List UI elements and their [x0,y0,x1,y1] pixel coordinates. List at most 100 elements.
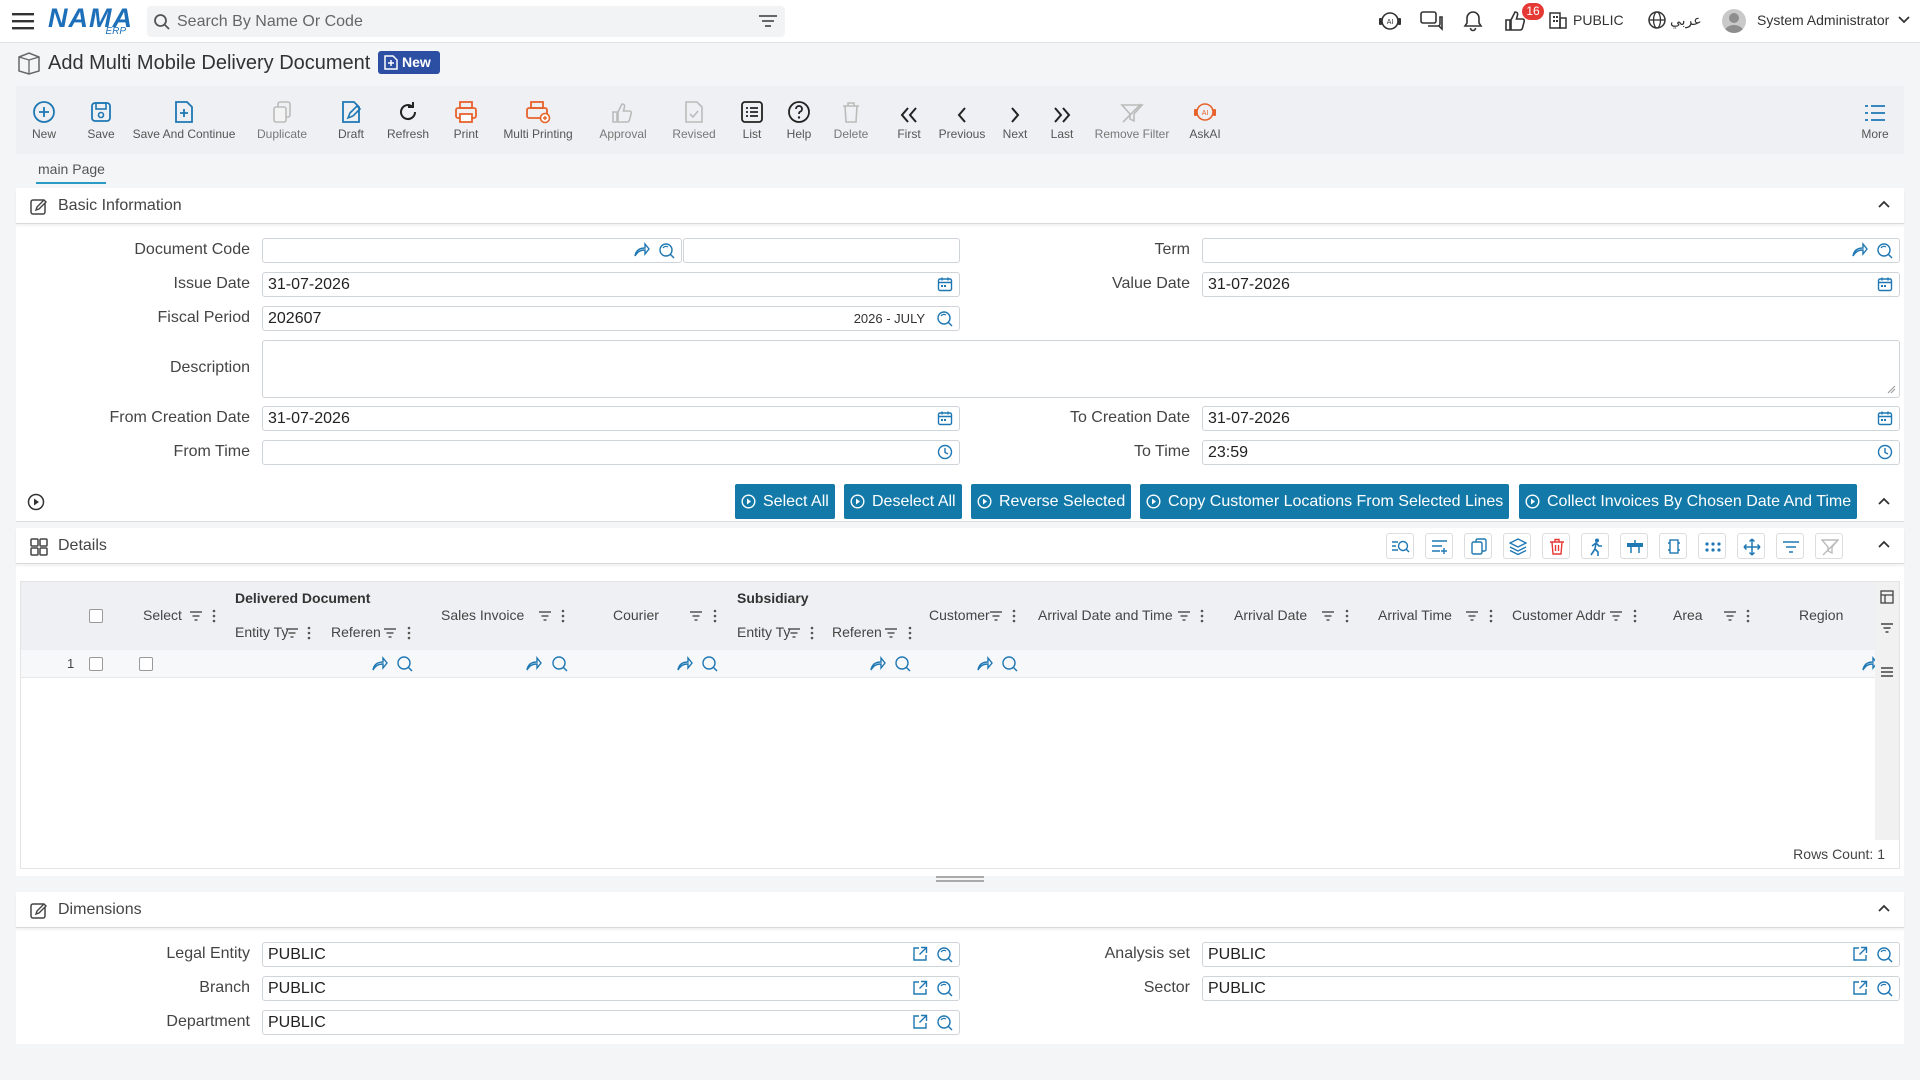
column-subsidiary-reference[interactable]: Referen [832,624,882,640]
run-icon[interactable] [1581,533,1609,559]
row-checkbox[interactable] [89,657,103,671]
column-menu-icon[interactable] [908,626,912,640]
document-code-field[interactable] [262,238,682,263]
more-button[interactable]: More [1852,86,1898,154]
to-time-field[interactable]: 23:59 [1202,440,1900,465]
chevron-down-icon[interactable] [1898,16,1910,24]
legal-entity-field[interactable]: PUBLIC [262,942,960,967]
refresh-button[interactable]: Refresh [380,86,436,154]
grid-remove-filter-icon[interactable] [1815,533,1843,559]
from-time-field[interactable] [262,440,960,465]
column-filter-icon[interactable] [189,610,203,622]
move-icon[interactable] [1737,533,1765,559]
lookup-search-icon[interactable] [396,655,413,672]
column-sales-invoice[interactable]: Sales Invoice [441,607,524,623]
clock-icon[interactable] [937,444,953,460]
open-external-icon[interactable] [1852,946,1868,962]
new-button[interactable]: New [16,86,72,154]
column-menu-icon[interactable] [1012,609,1016,623]
last-button[interactable]: Last [1042,86,1082,154]
filter-icon[interactable] [759,14,777,29]
column-filter-icon[interactable] [1465,610,1479,622]
grid-filter-icon[interactable] [1776,533,1804,559]
column-courier[interactable]: Courier [613,607,659,623]
tab-main-page[interactable]: main Page [38,161,105,177]
column-menu-icon[interactable] [1200,609,1204,623]
column-filter-icon[interactable] [383,627,397,639]
to-creation-date-field[interactable]: 31-07-2026 [1202,406,1900,431]
term-field[interactable] [1202,238,1900,263]
share-arrow-icon[interactable] [676,656,693,672]
copy-customer-locations-button[interactable]: Copy Customer Locations From Selected Li… [1140,484,1510,519]
search-input[interactable] [177,8,737,35]
help-button[interactable]: Help [776,86,822,154]
lookup-search-icon[interactable] [1876,242,1893,259]
approval-button[interactable]: Approval [588,86,658,154]
column-menu-icon[interactable] [1489,609,1493,623]
column-menu-icon[interactable] [212,609,216,623]
lookup-search-icon[interactable] [551,655,568,672]
resize-grip-icon[interactable] [1887,385,1896,394]
column-menu-icon[interactable] [561,609,565,623]
open-external-icon[interactable] [912,980,928,996]
dimensions-header[interactable]: Dimensions [16,892,1904,928]
app-logo[interactable]: NAMA ERP [48,4,132,38]
branch-field[interactable]: PUBLIC [262,976,960,1001]
copy-rows-icon[interactable] [1464,533,1492,559]
column-arrival-time[interactable]: Arrival Time [1378,607,1452,623]
column-arrival-date-time[interactable]: Arrival Date and Time [1038,607,1173,623]
open-external-icon[interactable] [1852,980,1868,996]
company-selector[interactable]: PUBLIC [1573,12,1624,28]
column-menu-icon[interactable] [713,609,717,623]
draft-button[interactable]: Draft [326,86,376,154]
side-menu-icon[interactable] [1880,666,1894,678]
lookup-search-icon[interactable] [894,655,911,672]
ai-assistant-icon[interactable]: AI [1378,10,1402,32]
column-filter-icon[interactable] [1321,610,1335,622]
panel-resize-handle[interactable] [936,876,984,882]
delete-rows-icon[interactable] [1542,533,1570,559]
basic-information-header[interactable]: Basic Information [16,188,1904,224]
grid-search-icon[interactable] [1386,533,1414,559]
column-menu-icon[interactable] [1345,609,1349,623]
table-row[interactable]: 1 [21,650,1878,678]
language-switch[interactable]: عربي [1670,12,1702,29]
column-filter-icon[interactable] [1723,610,1737,622]
fit-columns-icon[interactable] [1659,533,1687,559]
column-customer[interactable]: Customer [929,607,990,623]
document-code-extra-field[interactable] [683,238,960,263]
column-select[interactable]: Select [143,607,182,623]
select-all-button[interactable]: Select All [735,484,835,519]
reverse-selected-button[interactable]: Reverse Selected [971,484,1132,519]
column-filter-icon[interactable] [689,610,703,622]
delete-button[interactable]: Delete [826,86,876,154]
sector-field[interactable]: PUBLIC [1202,976,1900,1001]
revised-button[interactable]: Revised [664,86,724,154]
from-creation-date-field[interactable]: 31-07-2026 [262,406,960,431]
column-filter-icon[interactable] [285,627,299,639]
remove-filter-button[interactable]: Remove Filter [1092,86,1172,154]
lookup-search-icon[interactable] [1001,655,1018,672]
side-filter-icon[interactable] [1880,622,1894,634]
calendar-icon[interactable] [937,410,953,426]
column-reference[interactable]: Referen [331,624,381,640]
user-avatar[interactable] [1722,9,1746,33]
next-button[interactable]: Next [996,86,1034,154]
column-menu-icon[interactable] [810,626,814,640]
chevron-up-icon[interactable] [1878,200,1890,208]
lookup-search-icon[interactable] [658,242,675,259]
lookup-search-icon[interactable] [701,655,718,672]
hamburger-menu-icon[interactable] [12,11,34,31]
issue-date-field[interactable]: 31-07-2026 [262,272,960,297]
share-arrow-icon[interactable] [525,656,542,672]
play-circle-icon[interactable] [27,493,45,511]
column-filter-icon[interactable] [989,610,1003,622]
share-arrow-icon[interactable] [976,656,993,672]
lookup-search-icon[interactable] [1876,980,1893,997]
collect-invoices-button[interactable]: Collect Invoices By Chosen Date And Time [1519,484,1858,519]
share-arrow-icon[interactable] [371,656,388,672]
share-arrow-icon[interactable] [633,242,650,258]
calendar-icon[interactable] [1877,276,1893,292]
lookup-search-icon[interactable] [936,980,953,997]
chevron-up-icon[interactable] [1878,497,1890,505]
